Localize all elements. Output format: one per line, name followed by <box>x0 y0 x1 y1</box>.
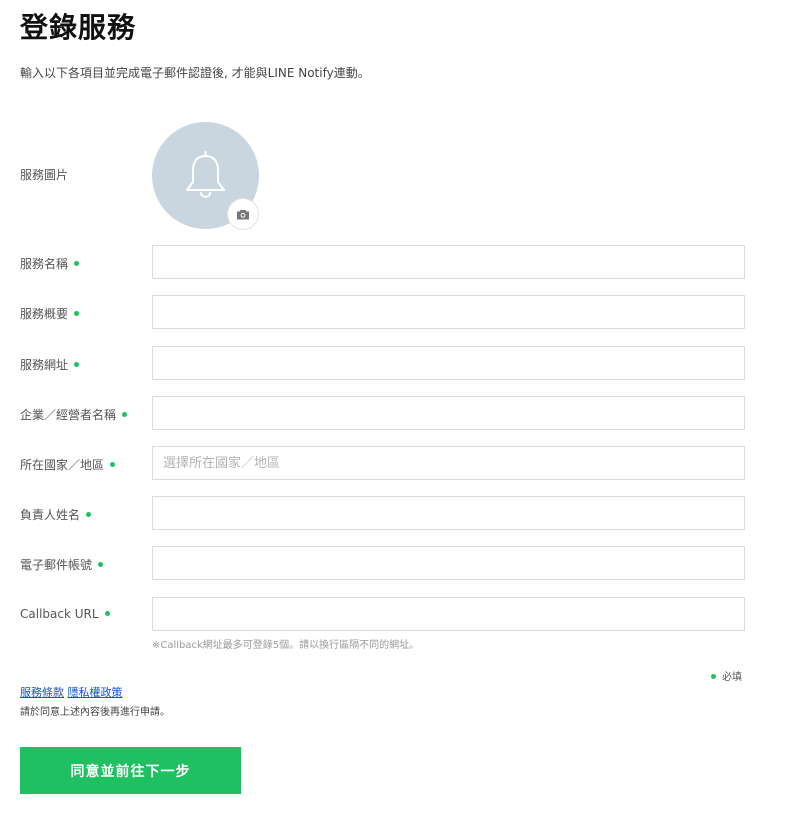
required-dot <box>711 673 716 679</box>
country-row: 所在國家／地區 <box>0 446 797 480</box>
callback-url-input[interactable] <box>152 597 745 631</box>
service-url-row: 服務網址 <box>0 346 797 380</box>
service-url-input[interactable] <box>152 346 745 380</box>
company-name-label: 企業／經營者名稱 <box>20 406 128 423</box>
policy-links: 服務條款 隱私權政策 <box>20 684 123 700</box>
contact-name-input[interactable] <box>152 496 745 530</box>
required-dot <box>74 311 80 316</box>
callback-url-hint: ※Callback網址最多可登錄5個。請以換行區隔不同的網址。 <box>152 640 420 651</box>
company-name-row: 企業／經營者名稱 <box>0 396 797 430</box>
required-dot <box>74 261 80 266</box>
service-image-label: 服務圖片 <box>20 168 69 182</box>
service-summary-label: 服務概要 <box>20 305 80 322</box>
email-row: 電子郵件帳號 <box>0 546 797 580</box>
country-label: 所在國家／地區 <box>20 456 116 473</box>
required-dot <box>104 611 110 616</box>
required-dot <box>122 412 128 417</box>
callback-url-label: Callback URL <box>20 607 110 621</box>
page-title: 登錄服務 <box>20 11 137 44</box>
upload-image-button[interactable] <box>227 198 259 230</box>
required-dot <box>98 562 104 567</box>
required-dot <box>74 362 80 367</box>
camera-icon <box>237 209 249 219</box>
service-name-label: 服務名稱 <box>20 255 80 272</box>
page-subtitle: 輸入以下各項目並完成電子郵件認證後, 才能與LINE Notify連動。 <box>20 66 370 80</box>
email-input[interactable] <box>152 546 745 580</box>
service-name-input[interactable] <box>152 245 745 279</box>
callback-url-row: Callback URL <box>0 597 797 631</box>
company-name-input[interactable] <box>152 396 745 430</box>
bell-icon <box>186 151 225 198</box>
service-summary-row: 服務概要 <box>0 295 797 329</box>
contact-name-row: 負責人姓名 <box>0 496 797 530</box>
required-dot <box>86 512 92 517</box>
consent-text: 請於同意上述內容後再進行申請。 <box>20 707 170 718</box>
service-summary-input[interactable] <box>152 295 745 329</box>
agree-and-continue-button[interactable]: 同意並前往下一步 <box>20 747 241 794</box>
email-label: 電子郵件帳號 <box>20 556 104 573</box>
required-dot <box>110 462 116 467</box>
contact-name-label: 負責人姓名 <box>20 506 92 523</box>
required-legend: 必填 <box>711 668 742 683</box>
service-url-label: 服務網址 <box>20 356 80 373</box>
service-name-row: 服務名稱 <box>0 245 797 279</box>
privacy-policy-link[interactable]: 隱私權政策 <box>68 686 123 699</box>
country-select[interactable] <box>152 446 745 480</box>
terms-of-service-link[interactable]: 服務條款 <box>20 686 64 699</box>
